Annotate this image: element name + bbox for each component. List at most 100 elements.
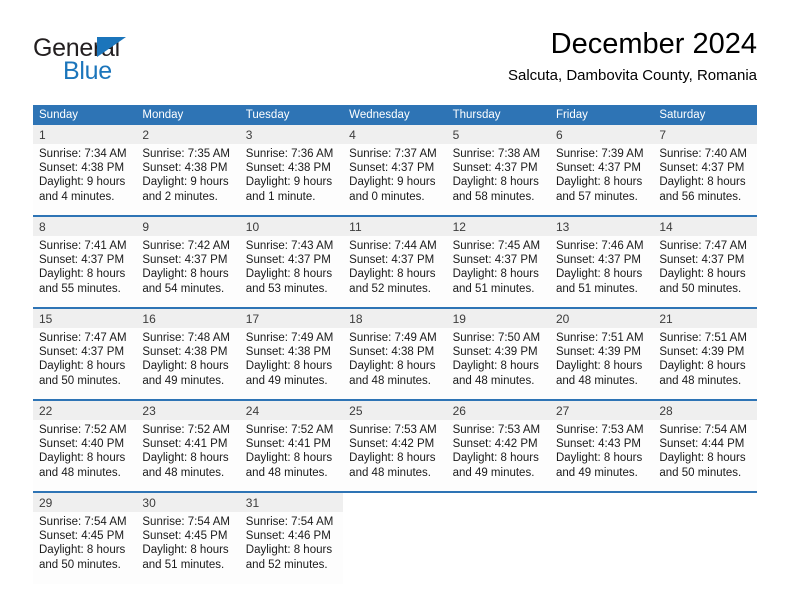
- day-cell[interactable]: Sunrise: 7:41 AM Sunset: 4:37 PM Dayligh…: [33, 236, 137, 308]
- day-cell[interactable]: Sunrise: 7:38 AM Sunset: 4:37 PM Dayligh…: [446, 144, 550, 216]
- daylight-text-line2: and 58 minutes.: [452, 190, 535, 203]
- day-number[interactable]: 20: [549, 307, 654, 328]
- week-5-info-row: Sunrise: 7:54 AM Sunset: 4:45 PM Dayligh…: [33, 512, 757, 584]
- day-number[interactable]: 7: [653, 125, 757, 144]
- day-number[interactable]: 28: [653, 399, 757, 420]
- sunset-text: Sunset: 4:38 PM: [39, 162, 125, 175]
- day-cell[interactable]: Sunrise: 7:50 AM Sunset: 4:39 PM Dayligh…: [446, 328, 550, 400]
- week-2-info-row: Sunrise: 7:41 AM Sunset: 4:37 PM Dayligh…: [33, 236, 757, 308]
- sunset-text: Sunset: 4:43 PM: [555, 438, 641, 451]
- daylight-text-line2: and 50 minutes.: [39, 374, 121, 387]
- daylight-text-line2: and 51 minutes.: [142, 558, 225, 571]
- day-cell[interactable]: Sunrise: 7:49 AM Sunset: 4:38 PM Dayligh…: [343, 328, 447, 400]
- day-cell[interactable]: Sunrise: 7:52 AM Sunset: 4:41 PM Dayligh…: [136, 420, 240, 492]
- day-cell[interactable]: Sunrise: 7:53 AM Sunset: 4:42 PM Dayligh…: [343, 420, 447, 492]
- day-number[interactable]: 21: [653, 307, 757, 328]
- sunset-text: Sunset: 4:37 PM: [452, 254, 538, 267]
- day-cell[interactable]: Sunrise: 7:37 AM Sunset: 4:37 PM Dayligh…: [343, 144, 447, 216]
- day-cell[interactable]: Sunrise: 7:54 AM Sunset: 4:44 PM Dayligh…: [653, 420, 757, 492]
- day-cell[interactable]: Sunrise: 7:54 AM Sunset: 4:46 PM Dayligh…: [239, 512, 344, 584]
- daylight-text-line1: Daylight: 8 hours: [452, 452, 539, 465]
- day-cell[interactable]: Sunrise: 7:46 AM Sunset: 4:37 PM Dayligh…: [549, 236, 654, 308]
- day-number[interactable]: 26: [446, 399, 550, 420]
- day-cell[interactable]: Sunrise: 7:43 AM Sunset: 4:37 PM Dayligh…: [239, 236, 344, 308]
- day-cell[interactable]: Sunrise: 7:36 AM Sunset: 4:38 PM Dayligh…: [239, 144, 344, 216]
- day-number[interactable]: 30: [136, 491, 240, 512]
- day-cell[interactable]: Sunrise: 7:54 AM Sunset: 4:45 PM Dayligh…: [33, 512, 137, 584]
- daylight-text-line2: and 55 minutes.: [39, 282, 121, 295]
- day-number[interactable]: 25: [343, 399, 447, 420]
- day-number[interactable]: 15: [33, 307, 137, 328]
- daylight-text-line2: and 49 minutes.: [452, 466, 535, 479]
- generalblue-logo[interactable]: General Blue: [33, 34, 233, 92]
- weekday-header-monday: Monday: [136, 105, 240, 125]
- daylight-text-line1: Daylight: 9 hours: [245, 176, 333, 189]
- day-cell[interactable]: Sunrise: 7:51 AM Sunset: 4:39 PM Dayligh…: [653, 328, 757, 400]
- daylight-text-line1: Daylight: 8 hours: [245, 268, 333, 281]
- day-number[interactable]: 11: [343, 215, 447, 236]
- day-number[interactable]: 2: [136, 125, 240, 144]
- day-number[interactable]: 12: [446, 215, 550, 236]
- day-cell[interactable]: Sunrise: 7:52 AM Sunset: 4:40 PM Dayligh…: [33, 420, 137, 492]
- daylight-text-line2: and 49 minutes.: [555, 466, 638, 479]
- sunset-text: Sunset: 4:37 PM: [452, 162, 538, 175]
- day-cell[interactable]: Sunrise: 7:47 AM Sunset: 4:37 PM Dayligh…: [653, 236, 757, 308]
- day-number[interactable]: 22: [33, 399, 137, 420]
- day-number[interactable]: 24: [239, 399, 344, 420]
- day-number[interactable]: 13: [549, 215, 654, 236]
- sunrise-text: Sunrise: 7:49 AM: [349, 332, 437, 344]
- day-cell[interactable]: Sunrise: 7:54 AM Sunset: 4:45 PM Dayligh…: [136, 512, 240, 584]
- day-cell[interactable]: Sunrise: 7:45 AM Sunset: 4:37 PM Dayligh…: [446, 236, 550, 308]
- day-number[interactable]: 1: [33, 125, 137, 144]
- day-number[interactable]: 27: [549, 399, 654, 420]
- sunrise-text: Sunrise: 7:40 AM: [659, 148, 747, 160]
- day-cell[interactable]: Sunrise: 7:42 AM Sunset: 4:37 PM Dayligh…: [136, 236, 240, 308]
- sunrise-text: Sunrise: 7:45 AM: [452, 240, 541, 252]
- sunrise-text: Sunrise: 7:39 AM: [555, 148, 644, 160]
- day-cell[interactable]: Sunrise: 7:53 AM Sunset: 4:43 PM Dayligh…: [549, 420, 654, 492]
- weekday-header-thursday: Thursday: [446, 105, 550, 125]
- day-number[interactable]: 5: [446, 125, 550, 144]
- day-number[interactable]: 19: [446, 307, 550, 328]
- day-number[interactable]: 4: [343, 125, 447, 144]
- daylight-text-line2: and 4 minutes.: [39, 190, 115, 203]
- sunset-text: Sunset: 4:37 PM: [659, 254, 745, 267]
- day-number[interactable]: 16: [136, 307, 240, 328]
- day-number[interactable]: 29: [33, 491, 137, 512]
- day-number[interactable]: 31: [239, 491, 344, 512]
- day-cell[interactable]: Sunrise: 7:44 AM Sunset: 4:37 PM Dayligh…: [343, 236, 447, 308]
- sunset-text: Sunset: 4:37 PM: [142, 254, 228, 267]
- page-header: General Blue December 2024 Salcuta, Damb…: [33, 26, 757, 98]
- sunrise-text: Sunrise: 7:42 AM: [142, 240, 230, 252]
- sunset-text: Sunset: 4:46 PM: [245, 530, 331, 543]
- day-cell[interactable]: Sunrise: 7:34 AM Sunset: 4:38 PM Dayligh…: [33, 144, 137, 216]
- day-number[interactable]: 17: [239, 307, 344, 328]
- day-number[interactable]: 9: [136, 215, 240, 236]
- day-number-empty: [653, 491, 757, 512]
- day-number[interactable]: 3: [239, 125, 344, 144]
- day-cell[interactable]: Sunrise: 7:51 AM Sunset: 4:39 PM Dayligh…: [549, 328, 654, 400]
- sunrise-text: Sunrise: 7:44 AM: [349, 240, 437, 252]
- daylight-text-line1: Daylight: 8 hours: [245, 544, 333, 557]
- sunset-text: Sunset: 4:37 PM: [39, 346, 125, 359]
- day-number[interactable]: 14: [653, 215, 757, 236]
- day-number[interactable]: 23: [136, 399, 240, 420]
- day-cell[interactable]: Sunrise: 7:35 AM Sunset: 4:38 PM Dayligh…: [136, 144, 240, 216]
- sunrise-text: Sunrise: 7:53 AM: [349, 424, 437, 436]
- sunset-text: Sunset: 4:38 PM: [142, 162, 228, 175]
- weekday-header-tuesday: Tuesday: [239, 105, 344, 125]
- day-number[interactable]: 6: [549, 125, 654, 144]
- day-cell[interactable]: Sunrise: 7:49 AM Sunset: 4:38 PM Dayligh…: [239, 328, 344, 400]
- day-cell[interactable]: Sunrise: 7:40 AM Sunset: 4:37 PM Dayligh…: [653, 144, 757, 216]
- day-cell[interactable]: Sunrise: 7:53 AM Sunset: 4:42 PM Dayligh…: [446, 420, 550, 492]
- day-cell[interactable]: Sunrise: 7:39 AM Sunset: 4:37 PM Dayligh…: [549, 144, 654, 216]
- day-cell-empty: [653, 512, 757, 584]
- day-number[interactable]: 10: [239, 215, 344, 236]
- day-number[interactable]: 18: [343, 307, 447, 328]
- day-cell[interactable]: Sunrise: 7:47 AM Sunset: 4:37 PM Dayligh…: [33, 328, 137, 400]
- day-number[interactable]: 8: [33, 215, 137, 236]
- day-cell[interactable]: Sunrise: 7:52 AM Sunset: 4:41 PM Dayligh…: [239, 420, 344, 492]
- daylight-text-line2: and 56 minutes.: [659, 190, 742, 203]
- daylight-text-line2: and 54 minutes.: [142, 282, 225, 295]
- day-cell[interactable]: Sunrise: 7:48 AM Sunset: 4:38 PM Dayligh…: [136, 328, 240, 400]
